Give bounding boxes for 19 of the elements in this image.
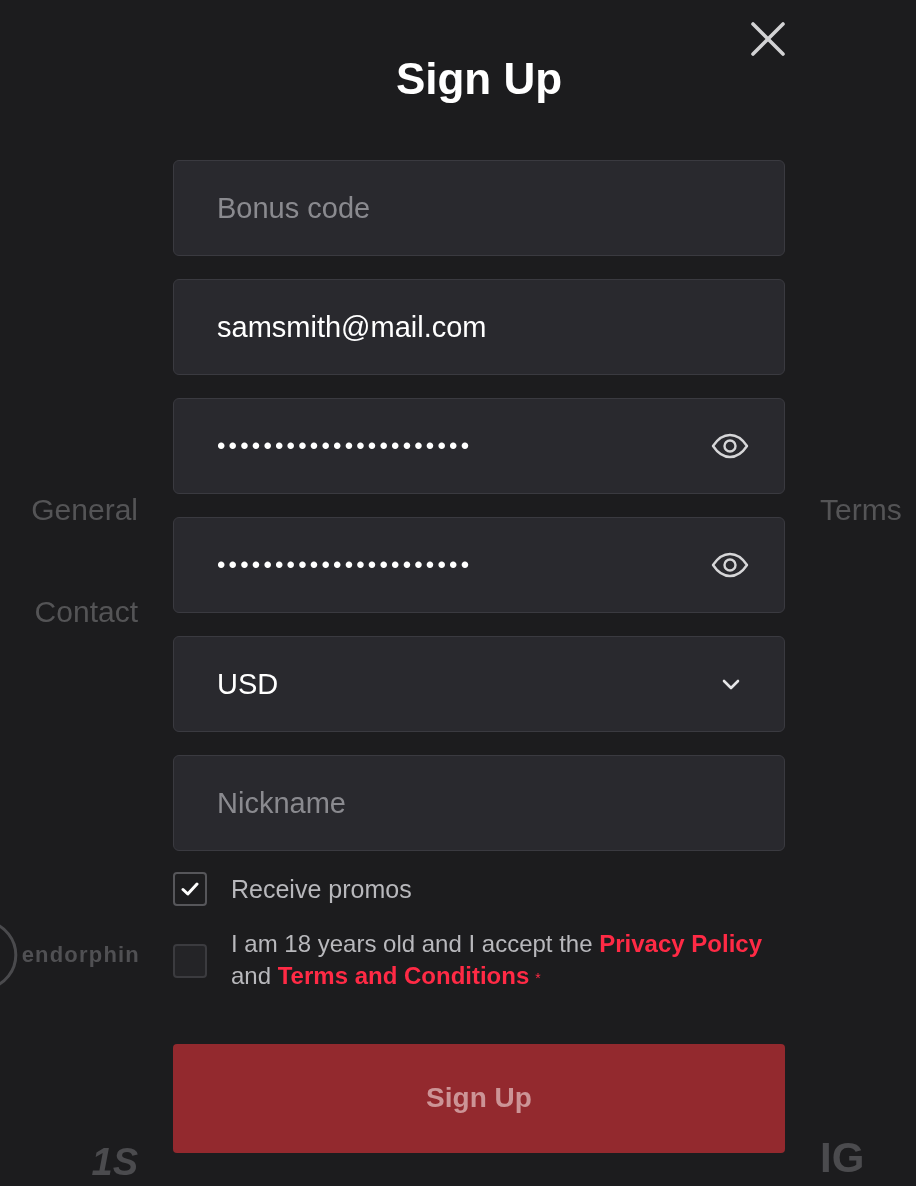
close-button[interactable] bbox=[751, 22, 785, 56]
terms-link[interactable]: Terms and Conditions bbox=[277, 962, 530, 989]
eye-icon[interactable] bbox=[711, 552, 749, 578]
checkbox-label: Receive promos bbox=[231, 874, 412, 905]
checkbox[interactable] bbox=[173, 943, 207, 978]
chevron-down-icon bbox=[722, 678, 740, 690]
input-field[interactable]: samsmith@mail.com bbox=[173, 279, 785, 375]
password-field[interactable]: •••••••••••••••••••••• bbox=[173, 517, 785, 613]
password-field[interactable]: •••••••••••••••••••••• bbox=[173, 398, 785, 494]
eye-icon[interactable] bbox=[711, 433, 749, 459]
checkbox[interactable] bbox=[173, 872, 207, 906]
checkmark-icon bbox=[181, 882, 199, 896]
input-field[interactable]: Nickname bbox=[173, 755, 785, 851]
input-field[interactable]: Bonus code bbox=[173, 160, 785, 256]
close-icon bbox=[751, 22, 785, 56]
consent-text: I am 18 years old and I accept the Privacy Policy and Terms and Conditions * bbox=[231, 929, 763, 991]
currency-select[interactable]: USD bbox=[173, 636, 785, 732]
dialog-title: Sign Up bbox=[395, 53, 563, 105]
privacy-policy-link[interactable]: Privacy Policy bbox=[599, 930, 762, 957]
